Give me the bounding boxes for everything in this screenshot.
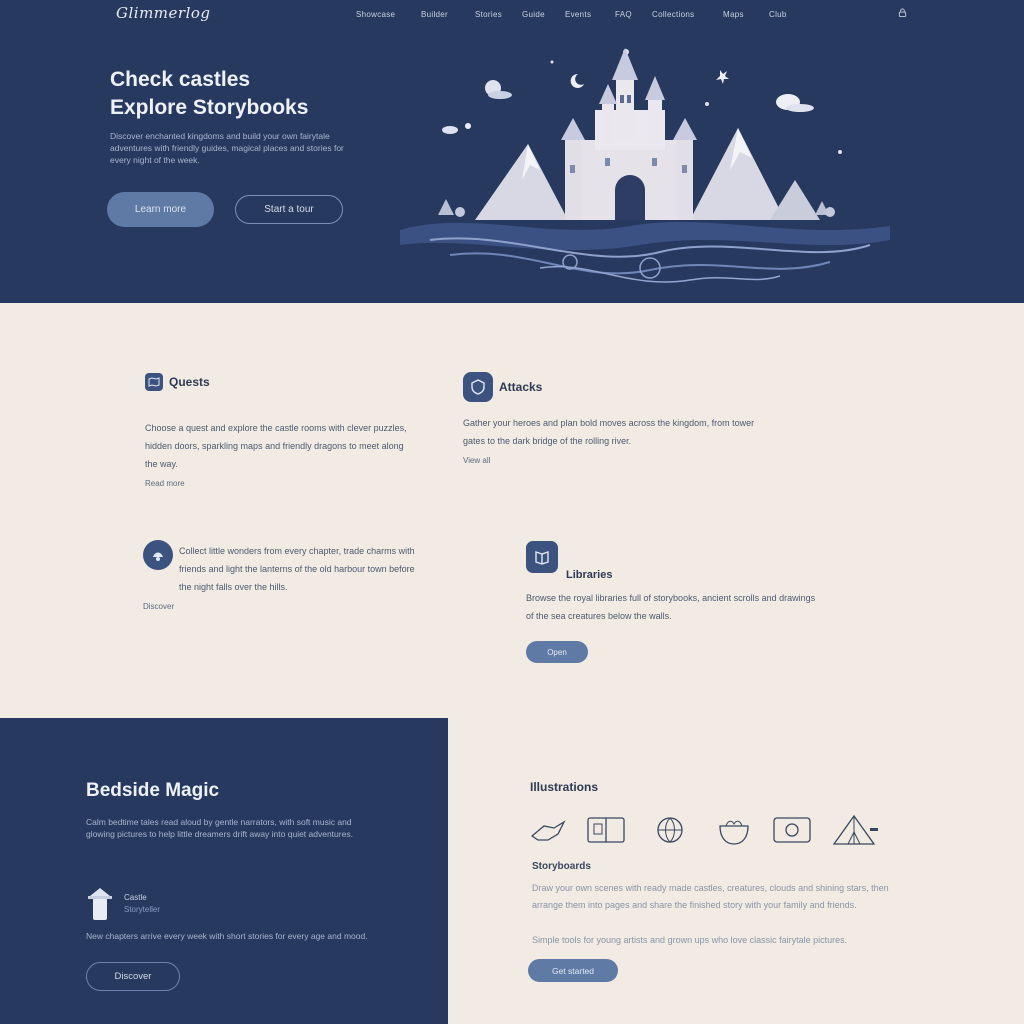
- learn-more-button[interactable]: Learn more: [107, 192, 214, 227]
- author-name: Castle: [124, 893, 147, 902]
- read-more-link[interactable]: Read more: [145, 479, 185, 488]
- features-section: Quests Choose a quest and explore the ca…: [0, 303, 1024, 718]
- hero-title-line2: Explore Storybooks: [110, 96, 309, 119]
- feature-text: Gather your heroes and plan bold moves a…: [463, 418, 755, 446]
- hero-section: Glimmerlog Showcase Builder Stories Guid…: [0, 0, 1024, 303]
- book-icon[interactable]: [584, 814, 628, 846]
- tv-icon[interactable]: [770, 814, 814, 848]
- tent-icon[interactable]: [830, 812, 880, 848]
- nav-item-collections[interactable]: Collections: [652, 10, 694, 19]
- shield-icon: [463, 372, 493, 402]
- feature-collect: Collect little wonders from every chapte…: [143, 540, 423, 614]
- map-icon: [145, 373, 163, 391]
- dragon-icon[interactable]: [528, 818, 568, 848]
- illustration-icons: [528, 812, 898, 852]
- feature-attacks: Attacks Gather your heroes and plan bold…: [463, 372, 763, 468]
- discover-link[interactable]: Discover: [143, 602, 174, 611]
- story-text-secondary: New chapters arrive every week with shor…: [86, 931, 368, 941]
- feature-quests: Quests Choose a quest and explore the ca…: [145, 373, 415, 491]
- feature-text: Collect little wonders from every chapte…: [179, 546, 415, 592]
- cauldron-icon[interactable]: [714, 814, 754, 848]
- hero-description: Discover enchanted kingdoms and build yo…: [110, 131, 344, 165]
- storyboards-text: Draw your own scenes with ready made cas…: [532, 883, 889, 910]
- feature-title: Attacks: [499, 380, 543, 394]
- nav-item-events[interactable]: Events: [565, 10, 591, 19]
- feature-text: Browse the royal libraries full of story…: [526, 593, 816, 621]
- nav-item-guide[interactable]: Guide: [522, 10, 545, 19]
- castle-illustration: [400, 48, 890, 283]
- globe-icon[interactable]: [652, 814, 688, 848]
- hero-title-line1: Check castles: [110, 68, 251, 91]
- hero-title: Check castles Explore Storybooks: [110, 66, 370, 122]
- view-all-link[interactable]: View all: [463, 456, 490, 465]
- nav-item-builder[interactable]: Builder: [421, 10, 448, 19]
- start-tour-button[interactable]: Start a tour: [235, 195, 343, 224]
- nav-item-showcase[interactable]: Showcase: [356, 10, 395, 19]
- nav-item-stories[interactable]: Stories: [475, 10, 502, 19]
- illustrations-title: Illustrations: [530, 780, 599, 794]
- lantern-icon: [143, 540, 173, 570]
- feature-text: Choose a quest and explore the castle ro…: [145, 423, 407, 469]
- feature-title: Quests: [169, 375, 210, 389]
- author-role: Storyteller: [124, 905, 161, 914]
- story-panel: Bedside Magic Calm bedtime tales read al…: [0, 718, 448, 1024]
- feature-libraries: Libraries Browse the royal libraries ful…: [526, 541, 816, 663]
- get-started-button[interactable]: Get started: [528, 959, 618, 982]
- storyboards-text-secondary: Simple tools for young artists and grown…: [532, 935, 848, 945]
- author-profile: Castle Storyteller: [86, 886, 160, 922]
- lock-icon[interactable]: [898, 8, 907, 17]
- illustrations-panel: Illustrations Storyboards Draw your own …: [448, 718, 1024, 1024]
- nav-item-club[interactable]: Club: [769, 10, 787, 19]
- story-title: Bedside Magic: [86, 780, 220, 801]
- storyboards-title: Storyboards: [532, 861, 591, 872]
- nav-item-maps[interactable]: Maps: [723, 10, 744, 19]
- nav-item-faq[interactable]: FAQ: [615, 10, 632, 19]
- story-text: Calm bedtime tales read aloud by gentle …: [86, 817, 353, 839]
- wizard-avatar-icon: [88, 888, 112, 920]
- book-icon: [526, 541, 558, 573]
- discover-button[interactable]: Discover: [86, 962, 180, 991]
- brand-logo[interactable]: Glimmerlog: [116, 4, 211, 22]
- feature-title: Libraries: [566, 569, 613, 581]
- top-nav: Showcase Builder Stories Guide Events FA…: [356, 10, 906, 22]
- open-button[interactable]: Open: [526, 641, 588, 663]
